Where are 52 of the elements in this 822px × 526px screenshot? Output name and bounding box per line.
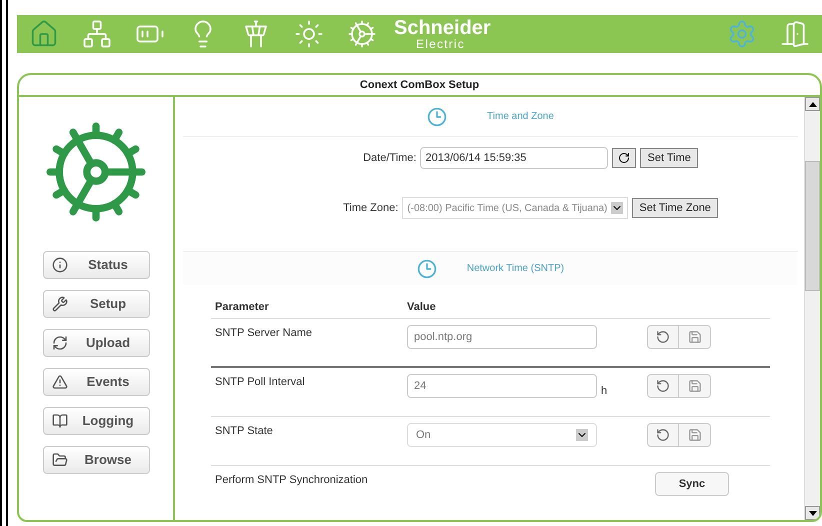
brand-logo: Schneider Electric [394,18,491,50]
unit-label: h [601,385,608,397]
reset-icon [656,379,670,393]
date-time-field[interactable]: 2013/06/14 15:59:35 [420,147,608,169]
sync-button[interactable]: Sync [655,472,729,496]
sidebar-button[interactable]: Logging [42,407,150,435]
parameter-name: SNTP State [214,424,274,439]
arrows-icon [52,335,68,351]
set-time-zone-button[interactable]: Set Time Zone [632,198,718,218]
save-icon [688,379,702,393]
save-icon [688,330,702,344]
section-title: Network Time (SNTP) [466,262,564,276]
clock-icon [427,106,448,126]
refresh-button[interactable] [612,148,636,168]
date-time-label: Date/Time: [363,150,416,166]
sidebar-button[interactable]: Setup [42,290,150,318]
info-icon [52,257,68,273]
reset-button[interactable] [647,423,679,447]
sidebar-button[interactable]: Events [42,368,150,396]
save-button[interactable] [679,374,711,398]
parameter-name: SNTP Server Name [214,326,313,341]
time-zone-dropdown[interactable]: (-08:00) Pacific Time (US, Canada & Tijuana) [402,197,628,219]
parameter-name: Perform SNTP Synchronization [214,473,369,488]
refresh-icon [618,152,630,164]
scroll-down-icon[interactable] [808,510,816,516]
warning-icon [52,374,68,390]
save-button[interactable] [679,325,711,349]
reset-icon [656,330,670,344]
panel-title: Conext ComBox Setup [360,78,480,93]
book-icon [52,413,68,429]
section-title: Time and Zone [487,110,554,124]
sidebar-button[interactable]: Browse [42,446,150,474]
reset-button[interactable] [647,374,679,398]
time-zone-label: Time Zone: [343,200,398,216]
scroll-up-icon[interactable] [808,102,816,106]
save-icon [688,428,702,442]
reset-button[interactable] [647,325,679,349]
scrollbar[interactable] [804,97,820,520]
clock-icon [416,258,437,278]
reset-icon [656,428,670,442]
save-button[interactable] [679,423,711,447]
column-header: Parameter [214,300,270,315]
sidebar-button[interactable]: Status [42,251,150,279]
sidebar-button[interactable]: Upload [42,329,150,357]
wrench-icon [52,296,68,312]
value-field[interactable]: 24 [407,374,597,398]
value-field[interactable]: pool.ntp.org [407,325,597,349]
parameter-name: SNTP Poll Interval [214,375,306,390]
folder-icon [52,452,68,468]
state-dropdown[interactable]: On [407,423,597,447]
set-time-button[interactable]: Set Time [640,148,698,168]
column-header: Value [407,300,436,315]
